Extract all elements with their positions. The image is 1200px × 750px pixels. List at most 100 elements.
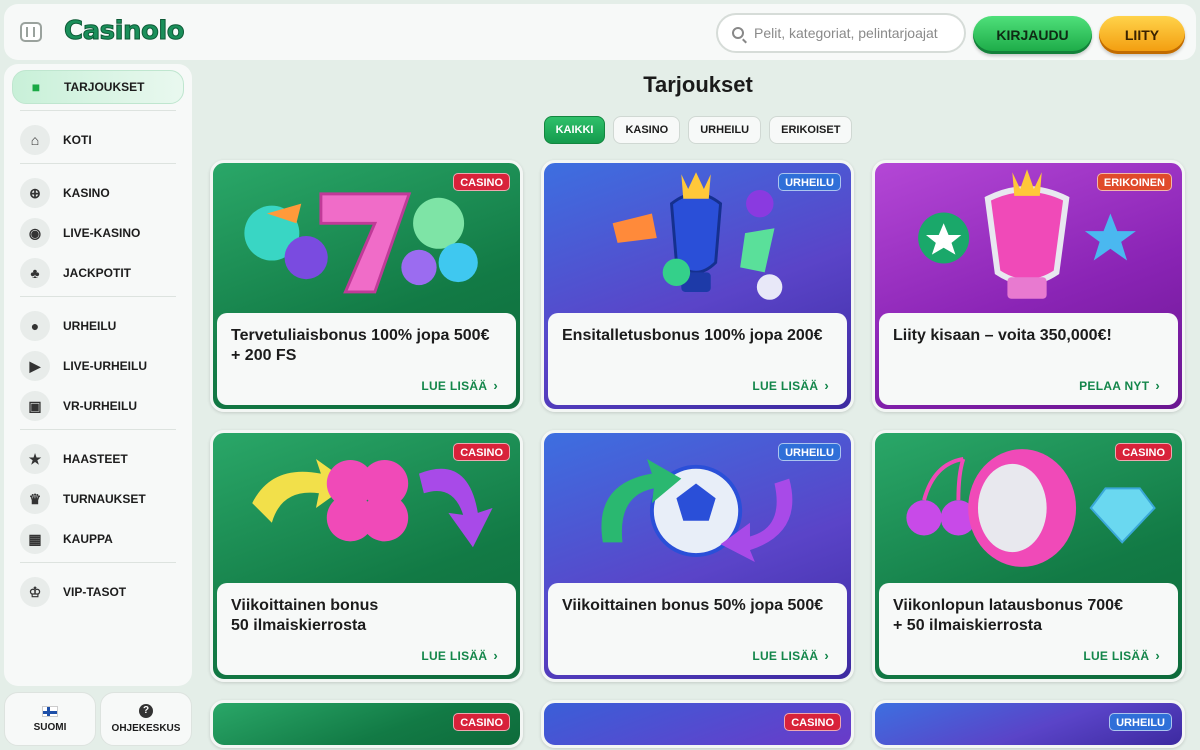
sidebar-item-live-kasino[interactable]: ◉ LIVE-KASINO	[12, 216, 184, 250]
home-icon: ⌂	[20, 125, 50, 155]
divider	[20, 296, 176, 297]
sidebar-item-jackpotit[interactable]: ♣ JACKPOTIT	[12, 256, 184, 290]
finland-flag-icon	[42, 705, 58, 717]
link-label: LUE LISÄÄ	[752, 379, 819, 393]
chevron-right-icon: ›	[493, 378, 498, 393]
language-button[interactable]: SUOMI	[4, 692, 96, 746]
logo[interactable]: Casinolo	[63, 16, 185, 47]
category-badge: URHEILU	[778, 173, 841, 191]
sidebar-item-label: KAUPPA	[63, 532, 113, 546]
shopping-bag-icon: ▦	[20, 524, 50, 554]
divider	[20, 163, 176, 164]
filter-tab-erikoiset[interactable]: ERIKOISET	[769, 116, 853, 144]
card-title: Liity kisaan – voita 350,000€!	[893, 327, 1112, 344]
sidebar-item-label: KASINO	[63, 186, 110, 200]
category-badge: CASINO	[453, 443, 510, 461]
search-input[interactable]	[754, 25, 954, 41]
play-now-link[interactable]: PELAA NYT ›	[1079, 378, 1160, 393]
sidebar-item-label: URHEILU	[63, 319, 117, 333]
link-label: LUE LISÄÄ	[421, 649, 488, 663]
sidebar-item-label: KOTI	[63, 133, 92, 147]
sidebar-item-label: TURNAUKSET	[63, 492, 146, 506]
page-title: Tarjoukset	[643, 72, 753, 97]
divider	[20, 562, 176, 563]
promotion-card[interactable]: CASINO Viikonlopun latausbonus 700€ + 50…	[872, 430, 1185, 682]
promotion-card[interactable]: CASINO	[541, 700, 854, 748]
sidebar-item-label: LIVE-KASINO	[63, 226, 141, 240]
help-center-button[interactable]: ? OHJEKESKUS	[100, 692, 192, 746]
sidebar: ■ TARJOUKSET ⌂ KOTI ⊕ KASINO ◉ LIVE-KASI…	[4, 64, 192, 686]
sidebar-item-haasteet[interactable]: ★ HAASTEET	[12, 442, 184, 476]
promotion-card[interactable]: URHEILU Ensitalletusbonus 100% jopa 200€…	[541, 160, 854, 412]
promotion-card[interactable]: ERIKOINEN Liity kisaan – voita 350,000€!…	[872, 160, 1185, 412]
promotion-card[interactable]: CASINO Tervetuliaisbonus 100% jopa 500€ …	[210, 160, 523, 412]
search-icon	[732, 27, 744, 39]
category-badge: CASINO	[784, 713, 841, 731]
sidebar-item-kauppa[interactable]: ▦ KAUPPA	[12, 522, 184, 556]
top-bar: Casinolo KIRJAUDU LIITY	[4, 4, 1196, 60]
sidebar-item-label: TARJOUKSET	[64, 80, 145, 94]
divider	[20, 110, 176, 111]
card-content: Viikoittainen bonus 50 ilmaiskierrosta L…	[217, 583, 516, 675]
link-label: PELAA NYT	[1079, 379, 1150, 393]
chevron-right-icon: ›	[824, 378, 829, 393]
sidebar-item-kasino[interactable]: ⊕ KASINO	[12, 176, 184, 210]
promotion-card[interactable]: CASINO	[210, 700, 523, 748]
read-more-link[interactable]: LUE LISÄÄ ›	[421, 648, 498, 663]
category-badge: CASINO	[453, 713, 510, 731]
filter-tabs: KAIKKI KASINO URHEILU ERIKOISET	[198, 116, 1198, 144]
filter-tab-kasino[interactable]: KASINO	[613, 116, 681, 144]
chevron-right-icon: ›	[493, 648, 498, 663]
sidebar-item-urheilu[interactable]: ● URHEILU	[12, 309, 184, 343]
join-button[interactable]: LIITY	[1099, 16, 1185, 54]
help-label: OHJEKESKUS	[111, 723, 181, 734]
category-badge: URHEILU	[1109, 713, 1172, 731]
category-badge: ERIKOINEN	[1096, 173, 1172, 191]
sidebar-item-tarjoukset[interactable]: ■ TARJOUKSET	[12, 70, 184, 104]
login-button[interactable]: KIRJAUDU	[973, 16, 1092, 54]
sidebar-item-label: JACKPOTIT	[63, 266, 132, 280]
live-casino-icon: ◉	[20, 218, 50, 248]
card-title: Viikoittainen bonus 50% jopa 500€	[562, 597, 824, 614]
filter-tab-urheilu[interactable]: URHEILU	[688, 116, 762, 144]
language-label: SUOMI	[33, 721, 67, 733]
gift-icon: ■	[31, 79, 41, 95]
chevron-right-icon: ›	[824, 648, 829, 663]
trophy-icon: ♛	[20, 484, 50, 514]
promotion-card[interactable]: URHEILU	[872, 700, 1185, 748]
link-label: LUE LISÄÄ	[752, 649, 819, 663]
star-badge-icon: ★	[20, 444, 50, 474]
card-content: Tervetuliaisbonus 100% jopa 500€ + 200 F…	[217, 313, 516, 405]
sidebar-item-label: LIVE-URHEILU	[63, 359, 147, 373]
promotion-card[interactable]: URHEILU Viikoittainen bonus 50% jopa 500…	[541, 430, 854, 682]
sidebar-item-vr-urheilu[interactable]: ▣ VR-URHEILU	[12, 389, 184, 423]
chevron-right-icon: ›	[1155, 378, 1160, 393]
vr-tv-icon: ▣	[20, 391, 50, 421]
sidebar-item-vip-tasot[interactable]: ♔ VIP-TASOT	[12, 575, 184, 609]
sidebar-item-label: VR-URHEILU	[63, 399, 137, 413]
soccer-ball-icon: ●	[20, 311, 50, 341]
search-box[interactable]	[716, 13, 966, 53]
chip-icon: ⊕	[20, 178, 50, 208]
promotion-card[interactable]: CASINO Viikoittainen bonus 50 ilmaiskier…	[210, 430, 523, 682]
link-label: LUE LISÄÄ	[1083, 649, 1150, 663]
read-more-link[interactable]: LUE LISÄÄ ›	[752, 378, 829, 393]
sidebar-item-live-urheilu[interactable]: ▶ LIVE-URHEILU	[12, 349, 184, 383]
live-tv-icon: ▶	[20, 351, 50, 381]
sidebar-footer: SUOMI ? OHJEKESKUS	[4, 692, 192, 746]
read-more-link[interactable]: LUE LISÄÄ ›	[752, 648, 829, 663]
filter-tab-kaikki[interactable]: KAIKKI	[543, 116, 606, 144]
clubs-icon: ♣	[20, 258, 50, 288]
card-title: Ensitalletusbonus 100% jopa 200€	[562, 327, 823, 344]
sidebar-toggle-icon[interactable]	[20, 22, 42, 42]
read-more-link[interactable]: LUE LISÄÄ ›	[1083, 648, 1160, 663]
category-badge: URHEILU	[778, 443, 841, 461]
sidebar-item-label: VIP-TASOT	[63, 585, 127, 599]
crown-icon: ♔	[20, 577, 50, 607]
card-content: Liity kisaan – voita 350,000€! PELAA NYT…	[879, 313, 1178, 405]
card-title: Viikonlopun latausbonus 700€ + 50 ilmais…	[893, 597, 1123, 634]
sidebar-item-turnaukset[interactable]: ♛ TURNAUKSET	[12, 482, 184, 516]
promotion-grid: CASINO Tervetuliaisbonus 100% jopa 500€ …	[210, 160, 1185, 748]
sidebar-item-koti[interactable]: ⌂ KOTI	[12, 123, 184, 157]
read-more-link[interactable]: LUE LISÄÄ ›	[421, 378, 498, 393]
